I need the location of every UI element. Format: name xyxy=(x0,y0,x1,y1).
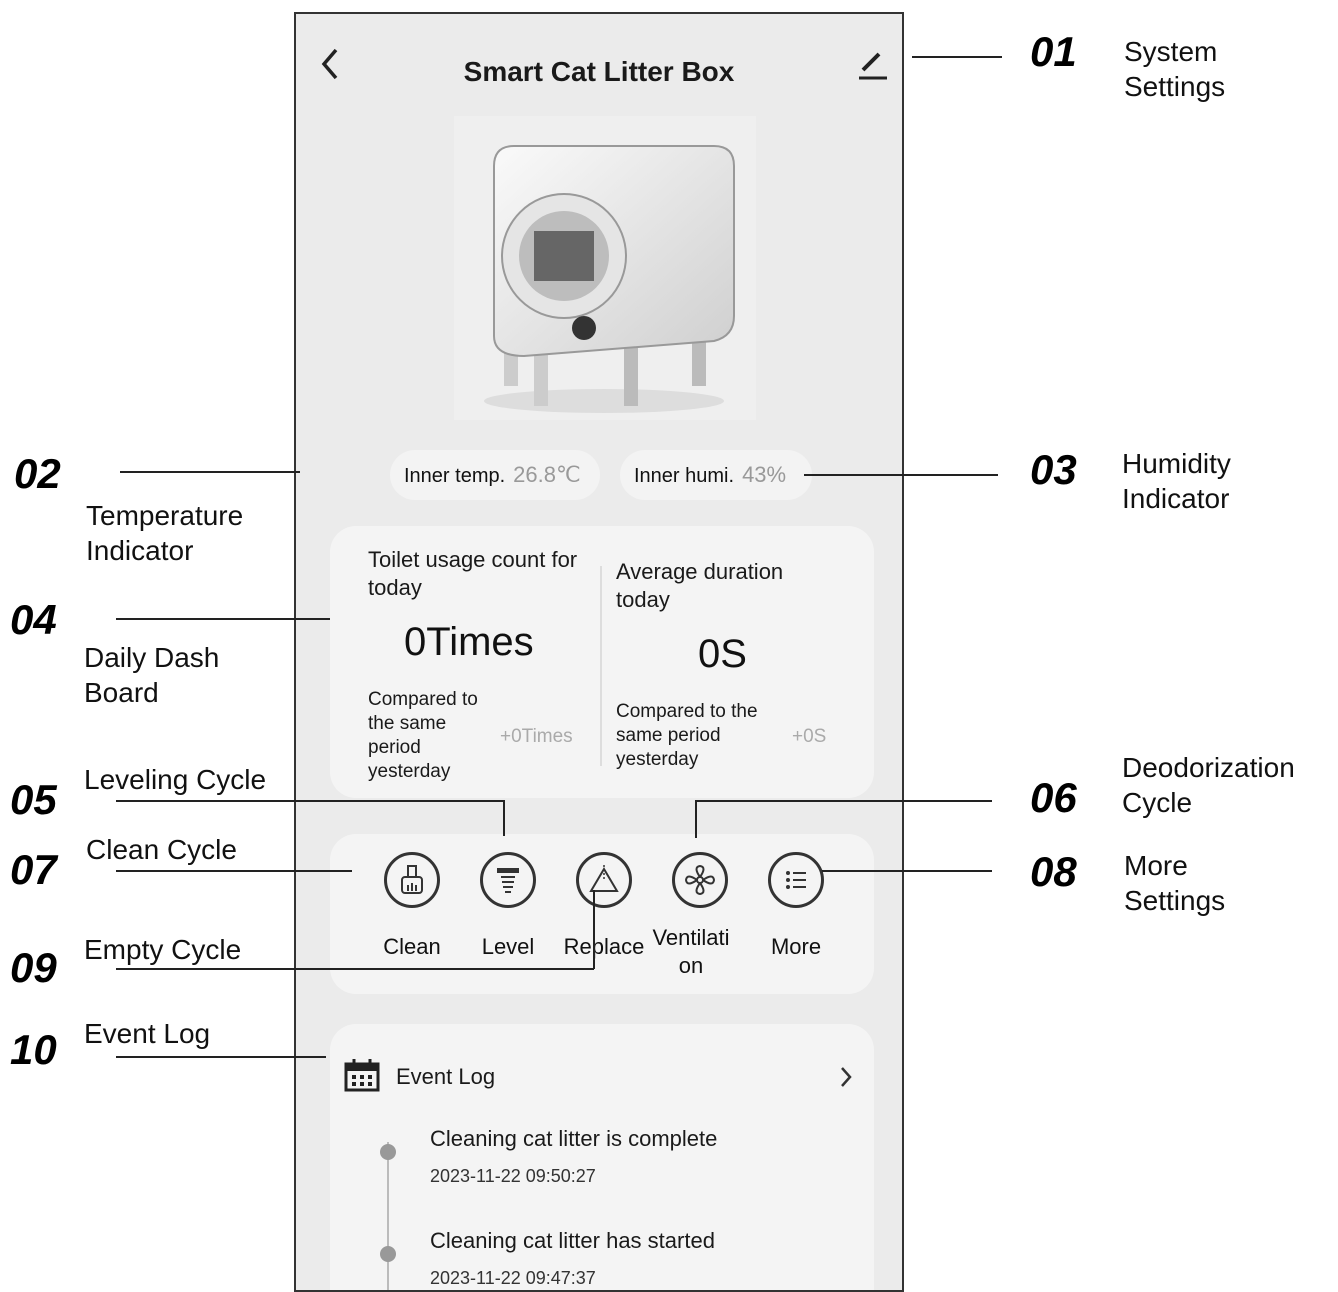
annotation-number-10: 10 xyxy=(10,1026,57,1073)
annotation-number-08: 08 xyxy=(1030,848,1077,895)
leader-line-01 xyxy=(912,56,1002,58)
replace-label: Replace xyxy=(563,934,645,959)
annotation-text-08: More Settings xyxy=(1124,850,1226,916)
annotation-text-07: Clean Cycle xyxy=(86,834,237,865)
usage-count-value: 0Times xyxy=(404,620,534,664)
usage-delta: +0Times xyxy=(500,726,573,747)
leader-line-06 xyxy=(695,800,992,802)
duration-delta: +0S xyxy=(792,726,827,747)
pencil-icon xyxy=(859,52,887,80)
annotation-number-05: 05 xyxy=(10,776,57,823)
list-icon xyxy=(768,852,824,908)
event-log-header[interactable]: Event Log xyxy=(330,1044,874,1104)
more-button[interactable]: More xyxy=(758,848,834,978)
leader-line-08 xyxy=(822,870,992,872)
humi-value: 43% xyxy=(742,462,787,487)
annotation-text-06: Deodorization Cycle xyxy=(1122,752,1295,818)
replace-button[interactable]: Replace xyxy=(564,848,644,978)
event-log-card: Event Log Cleaning cat litter is complet… xyxy=(330,1024,874,1290)
duration-compare-label: Compared to the same period yesterday xyxy=(616,701,758,770)
phone-screen: Smart Cat Litter Box Inner temp. 26.8℃ I… xyxy=(294,12,904,1292)
humidity-indicator: Inner humi. 43% xyxy=(620,450,812,500)
leader-line-05 xyxy=(116,800,504,802)
event-item[interactable]: Cleaning cat litter is complete 2023-11-… xyxy=(330,1120,874,1200)
annotation-number-04: 04 xyxy=(10,596,57,643)
timeline-dot xyxy=(380,1246,396,1262)
ventilation-button[interactable]: Ventilation xyxy=(652,848,738,978)
leader-line-09-rise xyxy=(593,890,595,969)
calendar-icon xyxy=(344,1059,380,1092)
leader-line-06-drop xyxy=(695,800,697,838)
chevron-right-icon xyxy=(841,1067,852,1087)
annotation-text-01: System Settings xyxy=(1124,36,1226,102)
fan-icon xyxy=(672,852,728,908)
leader-line-07 xyxy=(116,870,352,872)
level-icon xyxy=(480,852,536,908)
timeline-dot xyxy=(380,1144,396,1160)
event-title: Cleaning cat litter is complete xyxy=(430,1126,718,1151)
clean-button[interactable]: Clean xyxy=(374,848,450,978)
usage-compare-label: Compared to the same period yesterday xyxy=(368,689,478,782)
edit-settings-button[interactable] xyxy=(851,44,891,84)
usage-count-label: Toilet usage count for today xyxy=(368,547,578,600)
temp-value: 26.8℃ xyxy=(513,462,581,487)
action-bar: Clean Level Replace Ventilation More xyxy=(330,834,874,994)
annotation-number-03: 03 xyxy=(1030,446,1077,493)
product-image xyxy=(454,116,756,420)
annotation-number-01: 01 xyxy=(1030,28,1077,75)
duration-label: Average duration today xyxy=(616,559,784,612)
event-log-title: Event Log xyxy=(396,1064,496,1089)
event-item[interactable]: Cleaning cat litter has started 2023-11-… xyxy=(330,1222,874,1290)
annotation-text-04: Daily Dash Board xyxy=(84,642,220,708)
event-time: 2023-11-22 09:50:27 xyxy=(430,1166,596,1186)
annotation-text-05: Leveling Cycle xyxy=(84,764,267,795)
level-button[interactable]: Level xyxy=(470,848,546,978)
divider xyxy=(600,566,602,766)
annotation-text-09: Empty Cycle xyxy=(84,934,242,965)
event-time: 2023-11-22 09:47:37 xyxy=(430,1268,596,1288)
leader-line-03 xyxy=(804,474,998,476)
more-label: More xyxy=(770,934,822,959)
annotation-number-07: 07 xyxy=(10,846,57,893)
ventilation-label: Ventilation xyxy=(652,925,730,978)
annotation-text-03: Humidity Indicator xyxy=(1122,448,1231,514)
duration-value: 0S xyxy=(698,632,747,676)
daily-dashboard: Toilet usage count for today 0Times Comp… xyxy=(330,526,874,798)
clean-label: Clean xyxy=(383,934,441,959)
replace-icon xyxy=(576,852,632,908)
leader-line-02 xyxy=(120,471,300,473)
annotation-number-02: 02 xyxy=(14,450,61,497)
annotation-text-10: Event Log xyxy=(84,1018,211,1049)
event-title: Cleaning cat litter has started xyxy=(430,1228,715,1253)
annotation-text-02: Temperature Indicator xyxy=(86,500,244,566)
broom-icon xyxy=(384,852,440,908)
humi-label: Inner humi. xyxy=(634,465,735,487)
temperature-indicator: Inner temp. 26.8℃ xyxy=(390,450,600,500)
leader-line-10 xyxy=(116,1056,326,1058)
temp-label: Inner temp. xyxy=(404,465,506,487)
page-title: Smart Cat Litter Box xyxy=(463,56,735,87)
annotation-number-06: 06 xyxy=(1030,774,1077,821)
annotation-number-09: 09 xyxy=(10,944,57,991)
leader-line-05-drop xyxy=(503,800,505,836)
leader-line-09 xyxy=(116,968,594,970)
level-label: Level xyxy=(481,934,535,959)
leader-line-04 xyxy=(116,618,330,620)
